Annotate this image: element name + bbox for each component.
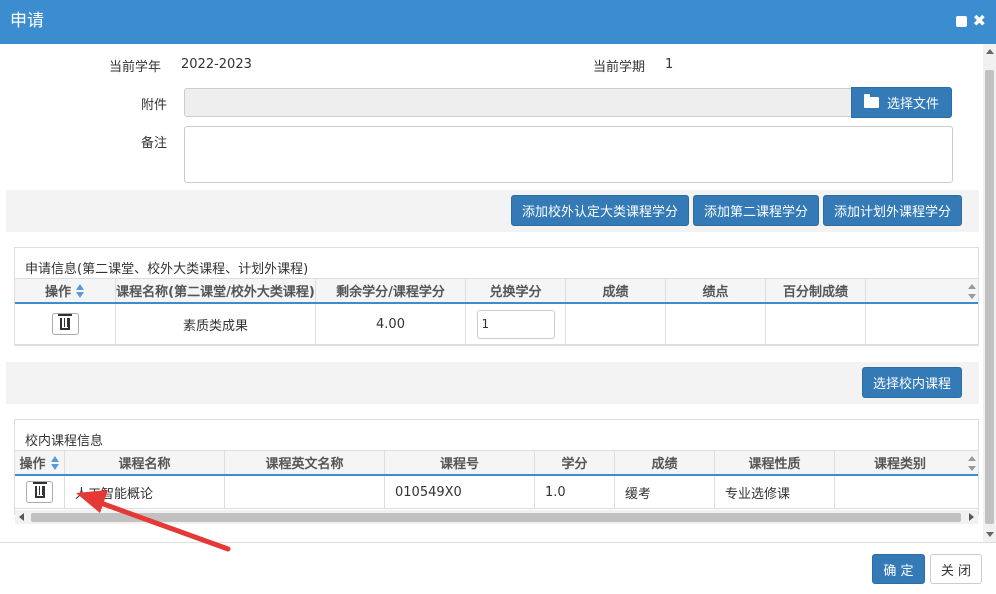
col-action[interactable]: 操作 <box>15 451 65 474</box>
trash-icon <box>58 314 72 330</box>
current-year-value: 2022-2023 <box>181 57 252 72</box>
col-course-code[interactable]: 课程号 <box>385 451 535 474</box>
col-course-nature[interactable]: 课程性质 <box>715 451 835 474</box>
application-info-title: 申请信息(第二课堂、校外大类课程、计划外课程) <box>25 262 309 277</box>
row-credits: 1.0 <box>535 476 615 508</box>
add-plan-external-credits-button[interactable]: 添加计划外课程学分 <box>823 195 962 226</box>
col-course-category[interactable]: 课程类别 <box>835 451 965 474</box>
application-grid: 操作 课程名称(第二课堂/校外大类课程) 剩余学分/课程学分 兑换学分 成绩 绩… <box>15 278 978 346</box>
close-icon[interactable]: ✖ <box>973 13 986 29</box>
row-course-name: 素质类成果 <box>116 304 316 344</box>
col-english-name[interactable]: 课程英文名称 <box>225 451 385 474</box>
col-score[interactable]: 成绩 <box>615 451 715 474</box>
add-second-course-credits-button[interactable]: 添加第二课程学分 <box>693 195 819 226</box>
close-button[interactable]: 关 闭 <box>930 554 982 584</box>
trash-icon <box>32 482 47 498</box>
scroll-left-arrow[interactable] <box>19 513 24 521</box>
window-controls: ✖ <box>955 13 986 29</box>
row-percent-score <box>766 304 866 344</box>
remark-textarea[interactable] <box>184 126 953 183</box>
row-course-category <box>835 476 965 508</box>
row-course-nature: 专业选修课 <box>715 476 835 508</box>
dialog-titlebar: 申请 ✖ <box>0 0 996 44</box>
scrollbar-thumb[interactable] <box>31 513 961 522</box>
grid-scroll-arrows[interactable] <box>966 453 978 475</box>
confirm-button[interactable]: 确 定 <box>872 554 925 584</box>
select-file-button[interactable]: 选择文件 <box>851 87 952 118</box>
col-course-name[interactable]: 课程名称 <box>65 451 225 474</box>
col-action[interactable]: 操作 <box>15 279 116 302</box>
dialog-title: 申请 <box>10 11 44 31</box>
attachment-label: 附件 <box>141 98 168 113</box>
row-score: 缓考 <box>615 476 715 508</box>
table-row[interactable]: 素质类成果 4.00 1 <box>15 304 978 345</box>
add-external-course-credits-button[interactable]: 添加校外认定大类课程学分 <box>511 195 689 226</box>
add-credits-toolbar: 添加校外认定大类课程学分 添加第二课程学分 添加计划外课程学分 <box>6 190 979 232</box>
col-percent-score[interactable]: 百分制成绩 <box>766 279 866 302</box>
current-year-label: 当前学年 <box>109 60 162 75</box>
attachment-field[interactable] <box>184 88 852 117</box>
sort-icon[interactable] <box>75 283 85 298</box>
col-remaining-credits[interactable]: 剩余学分/课程学分 <box>316 279 466 302</box>
horizontal-scrollbar[interactable] <box>15 510 978 524</box>
row-score <box>566 304 666 344</box>
select-internal-course-button[interactable]: 选择校内课程 <box>862 367 962 398</box>
row-english-name <box>225 476 385 508</box>
grid-scroll-arrows[interactable] <box>966 281 978 303</box>
row-gpa <box>666 304 766 344</box>
row-course-name: 人工智能概论 <box>65 476 225 508</box>
exchange-credits-input[interactable]: 1 <box>476 309 555 339</box>
application-grid-header: 操作 课程名称(第二课堂/校外大类课程) 剩余学分/课程学分 兑换学分 成绩 绩… <box>15 278 978 304</box>
remark-label: 备注 <box>141 136 168 151</box>
row-exchange-cell: 1 <box>466 304 566 344</box>
select-file-label: 选择文件 <box>886 97 939 112</box>
maximize-icon[interactable] <box>955 15 967 27</box>
dialog-footer: 确 定 关 闭 <box>0 542 996 594</box>
table-row[interactable]: 人工智能概论 010549X0 1.0 缓考 专业选修课 <box>15 476 978 509</box>
delete-row-button[interactable] <box>51 313 79 335</box>
internal-grid-header: 操作 课程名称 课程英文名称 课程号 学分 成绩 课程性质 课程类别 <box>15 450 978 476</box>
internal-course-panel: 校内课程信息 操作 课程名称 课程英文名称 课程号 学分 成绩 课程性质 课程类… <box>14 419 979 515</box>
scroll-up-arrow[interactable] <box>986 49 994 54</box>
col-score[interactable]: 成绩 <box>566 279 666 302</box>
col-gpa[interactable]: 绩点 <box>666 279 766 302</box>
delete-row-button[interactable] <box>26 481 53 503</box>
current-term-value: 1 <box>665 57 674 72</box>
col-course-name[interactable]: 课程名称(第二课堂/校外大类课程) <box>116 279 316 302</box>
row-remaining-credits: 4.00 <box>316 304 466 344</box>
scroll-right-arrow[interactable] <box>969 513 974 521</box>
row-action-cell <box>15 304 116 344</box>
dialog-body: 当前学年 2022-2023 当前学期 1 附件 选择文件 备注 添加校外认定大… <box>0 44 982 542</box>
select-course-toolbar: 选择校内课程 <box>6 362 979 404</box>
internal-course-grid: 操作 课程名称 课程英文名称 课程号 学分 成绩 课程性质 课程类别 人工智能概… <box>15 450 978 514</box>
scrollbar-thumb[interactable] <box>985 70 994 524</box>
folder-open-icon <box>863 94 879 108</box>
application-info-panel: 申请信息(第二课堂、校外大类课程、计划外课程) 操作 课程名称(第二课堂/校外大… <box>14 247 979 346</box>
row-course-code: 010549X0 <box>385 476 535 508</box>
vertical-scrollbar[interactable] <box>983 44 996 542</box>
row-action-cell <box>15 476 65 508</box>
internal-course-title: 校内课程信息 <box>25 434 104 449</box>
sort-icon[interactable] <box>50 455 60 470</box>
current-term-label: 当前学期 <box>593 60 646 75</box>
col-credits[interactable]: 学分 <box>535 451 615 474</box>
scroll-down-arrow[interactable] <box>986 532 994 537</box>
col-exchange-credits[interactable]: 兑换学分 <box>466 279 566 302</box>
